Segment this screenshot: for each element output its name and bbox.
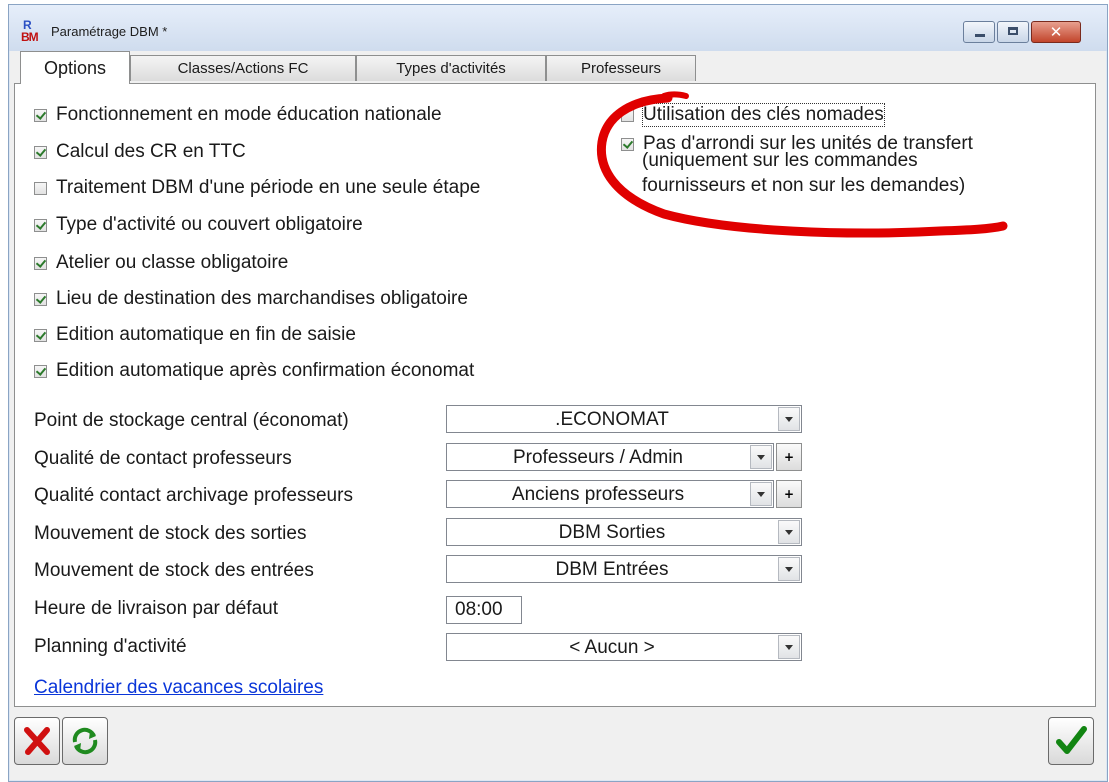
checkbox-box[interactable] <box>34 364 47 378</box>
select-mouvement-sorties[interactable]: DBM Sorties <box>446 518 802 546</box>
checkbox-pas-arrondi-continuation: (uniquement sur les commandes fournisseu… <box>642 150 966 196</box>
checkbox-atelier-obligatoire[interactable]: Atelier ou classe obligatoire <box>34 250 288 276</box>
label-mouvement-sorties: Mouvement de stock des sorties <box>34 523 307 544</box>
checkbox-edition-apres-confirmation[interactable]: Edition automatique après confirmation é… <box>34 358 474 384</box>
maximize-button[interactable] <box>997 21 1029 43</box>
dbm-app-icon: R BM <box>21 18 39 44</box>
checkbox-box[interactable] <box>34 256 47 270</box>
tab-types-activites[interactable]: Types d'activités <box>356 55 546 81</box>
window-title: Paramétrage DBM * <box>51 24 168 39</box>
ok-button[interactable] <box>1048 717 1094 765</box>
checkbox-label: Edition automatique en fin de saisie <box>56 324 356 345</box>
checkbox-traitement-une-etape[interactable]: Traitement DBM d'une période en une seul… <box>34 175 480 201</box>
select-qualite-contact[interactable]: Professeurs / Admin <box>446 443 774 471</box>
green-refresh-icon <box>72 727 98 755</box>
checkbox-box[interactable] <box>34 145 47 159</box>
add-qualite-archivage-button[interactable]: + <box>776 480 802 508</box>
tab-options[interactable]: Options <box>20 51 130 84</box>
checkbox-label: Lieu de destination des marchandises obl… <box>56 288 468 309</box>
checkbox-cles-nomades[interactable]: Utilisation des clés nomades <box>621 102 885 128</box>
minimize-button[interactable] <box>963 21 995 43</box>
calendrier-vacances-link[interactable]: Calendrier des vacances scolaires <box>34 677 323 699</box>
tab-professeurs[interactable]: Professeurs <box>546 55 696 81</box>
heure-livraison-input[interactable]: 08:00 <box>446 596 522 624</box>
label-planning-activite: Planning d'activité <box>34 636 187 657</box>
label-qualite-contact: Qualité de contact professeurs <box>34 448 292 469</box>
chevron-down-icon[interactable] <box>750 445 772 469</box>
select-point-stockage[interactable]: .ECONOMAT <box>446 405 802 433</box>
label-heure-livraison: Heure de livraison par défaut <box>34 598 278 619</box>
checkbox-box[interactable] <box>34 108 47 122</box>
chevron-down-icon[interactable] <box>778 635 800 659</box>
close-button[interactable]: ✕ <box>1031 21 1081 43</box>
checkbox-box[interactable] <box>621 137 634 151</box>
minimize-icon <box>975 34 985 37</box>
checkbox-box[interactable] <box>34 328 47 342</box>
checkbox-label: Edition automatique après confirmation é… <box>56 360 475 381</box>
checkbox-box[interactable] <box>34 292 47 306</box>
chevron-down-icon[interactable] <box>778 520 800 544</box>
checkbox-box[interactable] <box>621 108 634 122</box>
title-bar[interactable]: R BM Paramétrage DBM * ✕ <box>9 5 1107 51</box>
chevron-down-icon[interactable] <box>750 482 772 506</box>
maximize-icon <box>1008 27 1018 35</box>
checkbox-label: Fonctionnement en mode éducation nationa… <box>56 104 442 125</box>
chevron-down-icon[interactable] <box>778 407 800 431</box>
checkbox-label: Type d'activité ou couvert obligatoire <box>56 214 363 235</box>
checkbox-label: Calcul des CR en TTC <box>56 141 246 162</box>
checkbox-label: Atelier ou classe obligatoire <box>56 252 289 273</box>
green-check-icon <box>1056 726 1087 754</box>
select-qualite-archivage[interactable]: Anciens professeurs <box>446 480 774 508</box>
checkbox-box[interactable] <box>34 181 47 195</box>
refresh-button[interactable] <box>62 717 108 765</box>
checkbox-box[interactable] <box>34 218 47 232</box>
label-mouvement-entrees: Mouvement de stock des entrées <box>34 560 314 581</box>
tab-classes-actions[interactable]: Classes/Actions FC <box>130 55 356 81</box>
checkbox-lieu-destination-obligatoire[interactable]: Lieu de destination des marchandises obl… <box>34 286 468 312</box>
checkbox-label: Traitement DBM d'une période en une seul… <box>56 177 481 198</box>
select-mouvement-entrees[interactable]: DBM Entrées <box>446 555 802 583</box>
close-icon: ✕ <box>1049 23 1063 41</box>
label-qualite-archivage: Qualité contact archivage professeurs <box>34 485 353 506</box>
checkbox-type-activite-obligatoire[interactable]: Type d'activité ou couvert obligatoire <box>34 212 363 238</box>
add-qualite-contact-button[interactable]: + <box>776 443 802 471</box>
checkbox-edition-fin-saisie[interactable]: Edition automatique en fin de saisie <box>34 322 356 348</box>
select-planning-activite[interactable]: < Aucun > <box>446 633 802 661</box>
checkbox-calcul-cr-ttc[interactable]: Calcul des CR en TTC <box>34 139 246 165</box>
checkbox-label: Utilisation des clés nomades <box>642 103 885 127</box>
chevron-down-icon[interactable] <box>778 557 800 581</box>
red-x-icon <box>24 727 50 755</box>
label-point-stockage: Point de stockage central (économat) <box>34 410 349 431</box>
checkbox-mode-education-nationale[interactable]: Fonctionnement en mode éducation nationa… <box>34 102 442 128</box>
cancel-button[interactable] <box>14 717 60 765</box>
